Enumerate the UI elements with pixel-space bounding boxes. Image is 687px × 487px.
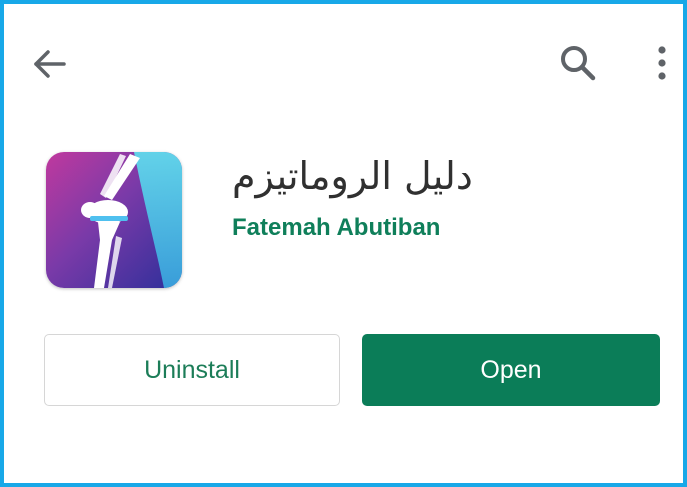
arrow-left-icon [34, 50, 66, 78]
top-app-bar [4, 4, 683, 114]
developer-link[interactable]: Fatemah Abutiban [232, 214, 440, 242]
knee-joint-app-icon [46, 152, 182, 288]
search-button[interactable] [557, 42, 599, 84]
back-button[interactable] [30, 44, 70, 84]
app-header: دليل الروماتيزم Fatemah Abutiban [4, 144, 683, 294]
more-options-button[interactable] [647, 42, 677, 86]
app-title: دليل الروماتيزم [232, 154, 473, 198]
search-icon [561, 46, 596, 81]
more-vertical-icon [658, 46, 666, 80]
uninstall-button[interactable]: Uninstall [44, 334, 340, 406]
open-button[interactable]: Open [362, 334, 660, 406]
app-details-screen: دليل الروماتيزم Fatemah Abutiban Uninsta… [0, 0, 687, 487]
